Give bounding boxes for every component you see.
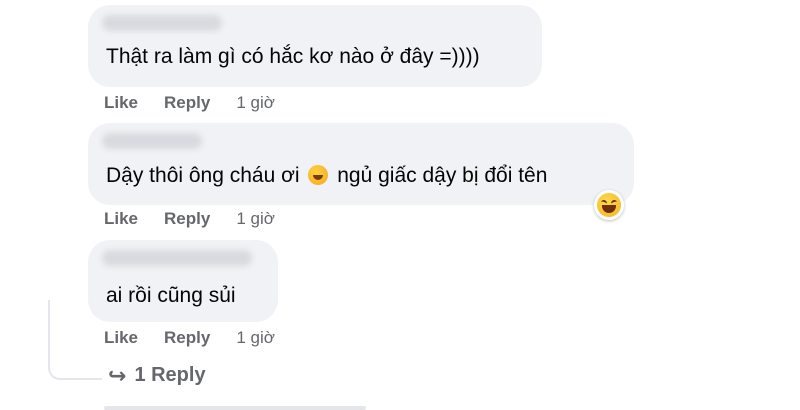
view-replies-label: 1 Reply [134,364,206,386]
comment-text-before: Dậy thôi ông cháu ơi [106,164,300,187]
like-button[interactable]: Like [104,328,138,348]
comment-actions: Like Reply 1 giờ [104,93,275,113]
comment-1: Thật ra làm gì có hắc kơ nào ở đây =))))… [88,5,542,112]
comment-bubble: Dậy thôi ông cháu ơi ngủ giấc dậy bị đổi… [88,123,634,205]
view-replies-link[interactable]: ↪ 1 Reply [108,364,206,387]
comment-bubble: Thật ra làm gì có hắc kơ nào ở đây =)))) [88,5,542,87]
comment-text: Dậy thôi ông cháu ơi ngủ giấc dậy bị đổi… [106,164,547,188]
like-button[interactable]: Like [104,93,138,113]
comment-timestamp[interactable]: 1 giờ [236,93,275,113]
comment-actions: Like Reply 1 giờ [104,328,275,348]
laughing-reaction-icon[interactable] [594,190,624,220]
reply-button[interactable]: Reply [164,209,210,229]
comment-bubble: ai rồi cũng sủi [88,240,278,322]
laughing-face-icon [597,193,621,217]
comment-3: ai rồi cũng sủi Like Reply 1 giờ [88,240,278,347]
comment-timestamp[interactable]: 1 giờ [236,328,275,348]
next-comment-edge [104,406,366,410]
like-button[interactable]: Like [104,209,138,229]
author-name-blurred[interactable] [102,15,222,31]
comment-text-after: ngủ giấc dậy bị đổi tên [337,164,548,187]
author-name-blurred[interactable] [102,250,252,266]
rolling-laughing-emoji-icon [308,165,329,185]
reply-button[interactable]: Reply [164,328,210,348]
comment-actions: Like Reply 1 giờ [104,209,275,229]
comment-text: ai rồi cũng sủi [106,284,236,307]
comment-2: Dậy thôi ông cháu ơi ngủ giấc dậy bị đổi… [88,123,634,228]
author-name-blurred[interactable] [102,133,202,149]
reply-arrow-icon: ↪ [108,362,127,388]
comment-timestamp[interactable]: 1 giờ [236,209,275,229]
reply-button[interactable]: Reply [164,93,210,113]
comment-text: Thật ra làm gì có hắc kơ nào ở đây =)))) [106,45,480,68]
